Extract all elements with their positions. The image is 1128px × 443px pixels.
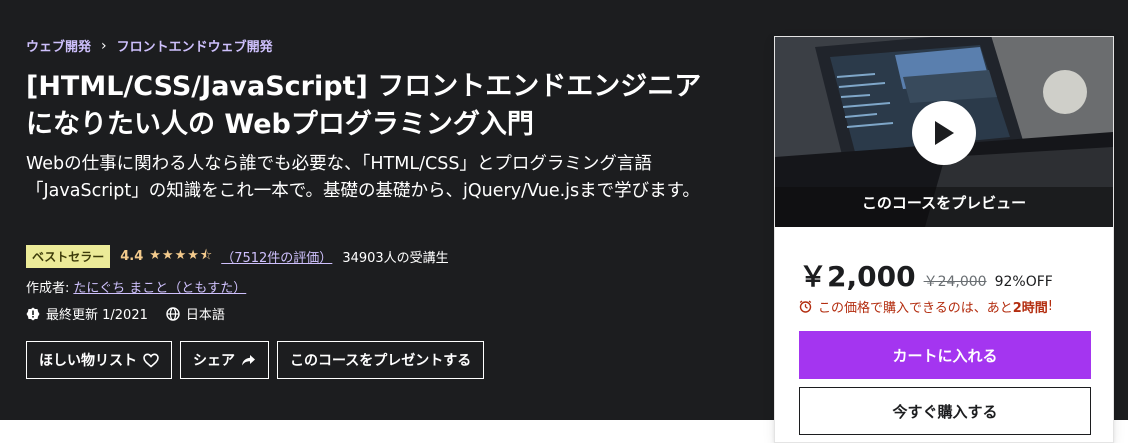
breadcrumb: ウェブ開発 › フロントエンドウェブ開発 <box>26 36 273 56</box>
star-rating-icon: ★★★★⯪ <box>149 247 214 263</box>
bestseller-badge: ベストセラー <box>26 245 111 268</box>
play-button[interactable] <box>912 101 976 165</box>
timer-value: 2時間 <box>1012 301 1048 316</box>
price-row: ￥2,000 ￥24,000 92%OFF <box>799 255 1053 295</box>
breadcrumb-item-frontend[interactable]: フロントエンドウェブ開発 <box>117 36 273 55</box>
rating-value: 4.4 <box>120 249 144 264</box>
alert-badge-icon <box>26 307 40 320</box>
rating-row: ベストセラー 4.4 ★★★★⯪ （7512件の評価） 34903人の受講生 <box>26 245 449 268</box>
buy-now-button[interactable]: 今すぐ購入する <box>799 387 1091 435</box>
globe-icon <box>166 306 180 321</box>
gift-course-button[interactable]: このコースをプレゼントする <box>277 341 485 379</box>
wishlist-label: ほしい物リスト <box>39 353 137 369</box>
alarm-clock-icon <box>799 300 812 313</box>
course-title: [HTML/CSS/JavaScript] フロントエンドエンジニアになりたい人… <box>26 71 702 140</box>
gift-label: このコースをプレゼントする <box>290 353 472 369</box>
last-updated: 最終更新 1/2021 <box>26 304 148 323</box>
share-label: シェア <box>193 353 235 369</box>
author-label: 作成者: <box>26 281 70 296</box>
rating-count-link[interactable]: （7512件の評価） <box>221 247 332 266</box>
share-arrow-icon <box>242 354 255 365</box>
course-preview[interactable]: このコースをプレビュー <box>775 37 1113 227</box>
preview-label: このコースをプレビュー <box>861 194 1027 212</box>
meta-row: 最終更新 1/2021 日本語 <box>26 304 243 323</box>
original-price: ￥24,000 <box>923 274 987 290</box>
author-link[interactable]: たにぐち まこと（ともすた） <box>73 277 246 296</box>
breadcrumb-chevron-icon: › <box>101 37 107 54</box>
play-icon <box>935 121 954 145</box>
price-timer: この価格で購入できるのは、あと 2時間! <box>799 297 1053 316</box>
wishlist-button[interactable]: ほしい物リスト <box>26 341 172 379</box>
timer-text: この価格で購入できるのは、あと <box>818 301 1013 316</box>
student-count: 34903人の受講生 <box>342 251 449 266</box>
discount-percent: 92%OFF <box>994 274 1053 290</box>
language: 日本語 <box>166 304 225 323</box>
author-row: 作成者: たにぐち まこと（ともすた） <box>26 277 246 296</box>
language-text: 日本語 <box>185 308 225 323</box>
add-to-cart-button[interactable]: カートに入れる <box>799 331 1091 379</box>
breadcrumb-item-web-dev[interactable]: ウェブ開発 <box>26 36 91 55</box>
timer-suffix: ! <box>1047 299 1054 314</box>
course-subtitle: Webの仕事に関わる人なら誰でも必要な、「HTML/CSS」とプログラミング言語… <box>26 154 700 201</box>
last-updated-text: 最終更新 1/2021 <box>46 308 148 323</box>
current-price: ￥2,000 <box>799 260 916 293</box>
action-buttons: ほしい物リスト シェア このコースをプレゼントする <box>26 341 492 379</box>
share-button[interactable]: シェア <box>180 341 269 379</box>
heart-icon <box>143 352 159 368</box>
purchase-card: このコースをプレビュー ￥2,000 ￥24,000 92%OFF この価格で購… <box>774 36 1114 443</box>
